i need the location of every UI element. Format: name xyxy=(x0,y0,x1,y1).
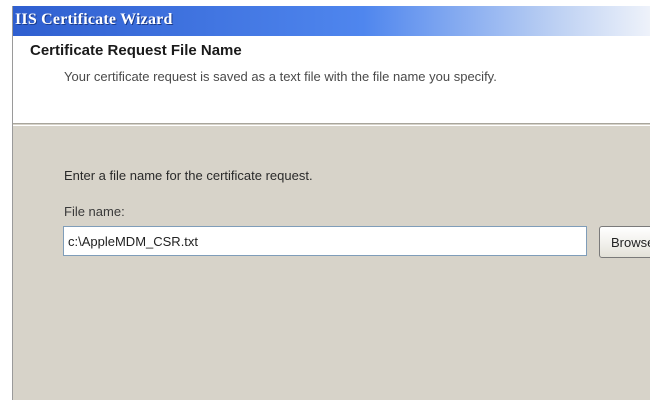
wizard-body: Enter a file name for the certificate re… xyxy=(13,125,650,400)
file-name-label: File name: xyxy=(64,204,125,219)
title-bar[interactable]: IIS Certificate Wizard xyxy=(13,6,650,36)
file-name-prompt: Enter a file name for the certificate re… xyxy=(64,168,313,183)
file-name-input[interactable] xyxy=(63,226,587,256)
wizard-window: IIS Certificate Wizard Certificate Reque… xyxy=(12,6,650,400)
browse-button[interactable]: Browse... xyxy=(599,226,650,258)
page-heading: Certificate Request File Name xyxy=(30,42,242,59)
page-description: Your certificate request is saved as a t… xyxy=(64,69,497,84)
wizard-header: Certificate Request File Name Your certi… xyxy=(13,36,650,124)
window-title: IIS Certificate Wizard xyxy=(15,11,173,28)
